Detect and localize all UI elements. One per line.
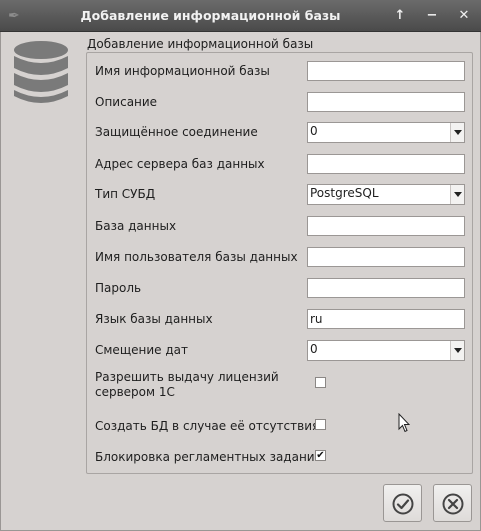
row-license: Разрешить выдачу лицензий сервером 1С — [95, 370, 470, 399]
secure-connection-select[interactable]: 0 — [307, 122, 465, 143]
cancel-circle-icon — [442, 493, 464, 515]
row-db-server: Адрес сервера баз данных — [95, 154, 470, 176]
row-database: База данных — [95, 216, 470, 238]
block-jobs-label: Блокировка регламентных заданий — [95, 450, 323, 464]
password-label: Пароль — [95, 281, 142, 295]
keep-above-button[interactable]: ↑ — [392, 8, 408, 24]
chevron-down-icon[interactable] — [450, 185, 464, 204]
description-label: Описание — [95, 95, 158, 109]
dbms-type-label: Тип СУБД — [95, 187, 156, 201]
license-checkbox[interactable] — [315, 377, 326, 388]
row-db-language: Язык базы данных ru — [95, 309, 470, 331]
window-title: Добавление информационной базы — [80, 8, 341, 23]
ib-name-label: Имя информационной базы — [95, 64, 270, 78]
block-jobs-checkbox[interactable]: ✔ — [315, 450, 326, 461]
date-offset-label: Смещение дат — [95, 343, 188, 357]
database-label: База данных — [95, 219, 177, 233]
db-server-label: Адрес сервера баз данных — [95, 157, 265, 171]
chevron-down-icon[interactable] — [450, 123, 464, 142]
group-title: Добавление информационной базы — [87, 37, 314, 51]
db-language-input[interactable]: ru — [307, 309, 465, 329]
license-label: Разрешить выдачу лицензий сервером 1С — [95, 370, 279, 399]
title-bar[interactable]: ✒ Добавление информационной базы ↑ − ✕ — [0, 0, 481, 32]
row-create-db: Создать БД в случае её отсутствия — [95, 416, 470, 438]
row-db-user: Имя пользователя базы данных — [95, 247, 470, 269]
ok-button[interactable] — [383, 484, 422, 522]
ib-name-input[interactable] — [307, 61, 465, 81]
description-input[interactable] — [307, 92, 465, 112]
database-icon — [14, 41, 68, 103]
mouse-cursor-icon — [398, 413, 410, 433]
create-db-checkbox[interactable] — [315, 419, 326, 430]
secure-connection-label: Защищённое соединение — [95, 125, 258, 139]
row-secure-connection: Защищённое соединение 0 — [95, 122, 470, 144]
secure-connection-value: 0 — [310, 124, 318, 138]
db-user-label: Имя пользователя базы данных — [95, 250, 298, 264]
database-input[interactable] — [307, 216, 465, 236]
db-server-input[interactable] — [307, 154, 465, 174]
dbms-type-select[interactable]: PostgreSQL — [307, 184, 465, 205]
create-db-label: Создать БД в случае её отсутствия — [95, 419, 320, 433]
row-password: Пароль — [95, 278, 470, 300]
row-description: Описание — [95, 92, 470, 114]
password-input[interactable] — [307, 278, 465, 298]
db-user-input[interactable] — [307, 247, 465, 267]
cancel-button[interactable] — [433, 484, 472, 522]
date-offset-select[interactable]: 0 — [307, 340, 465, 361]
dbms-type-value: PostgreSQL — [310, 186, 379, 200]
check-circle-icon — [392, 493, 414, 515]
row-date-offset: Смещение дат 0 — [95, 340, 470, 362]
chevron-down-icon[interactable] — [450, 341, 464, 360]
close-button[interactable]: ✕ — [456, 8, 472, 24]
date-offset-value: 0 — [310, 342, 318, 356]
row-dbms-type: Тип СУБД PostgreSQL — [95, 184, 470, 206]
row-ib-name: Имя информационной базы — [95, 61, 470, 83]
db-language-label: Язык базы данных — [95, 312, 213, 326]
row-block-jobs: Блокировка регламентных заданий ✔ — [95, 447, 470, 469]
minimize-button[interactable]: − — [424, 8, 440, 24]
